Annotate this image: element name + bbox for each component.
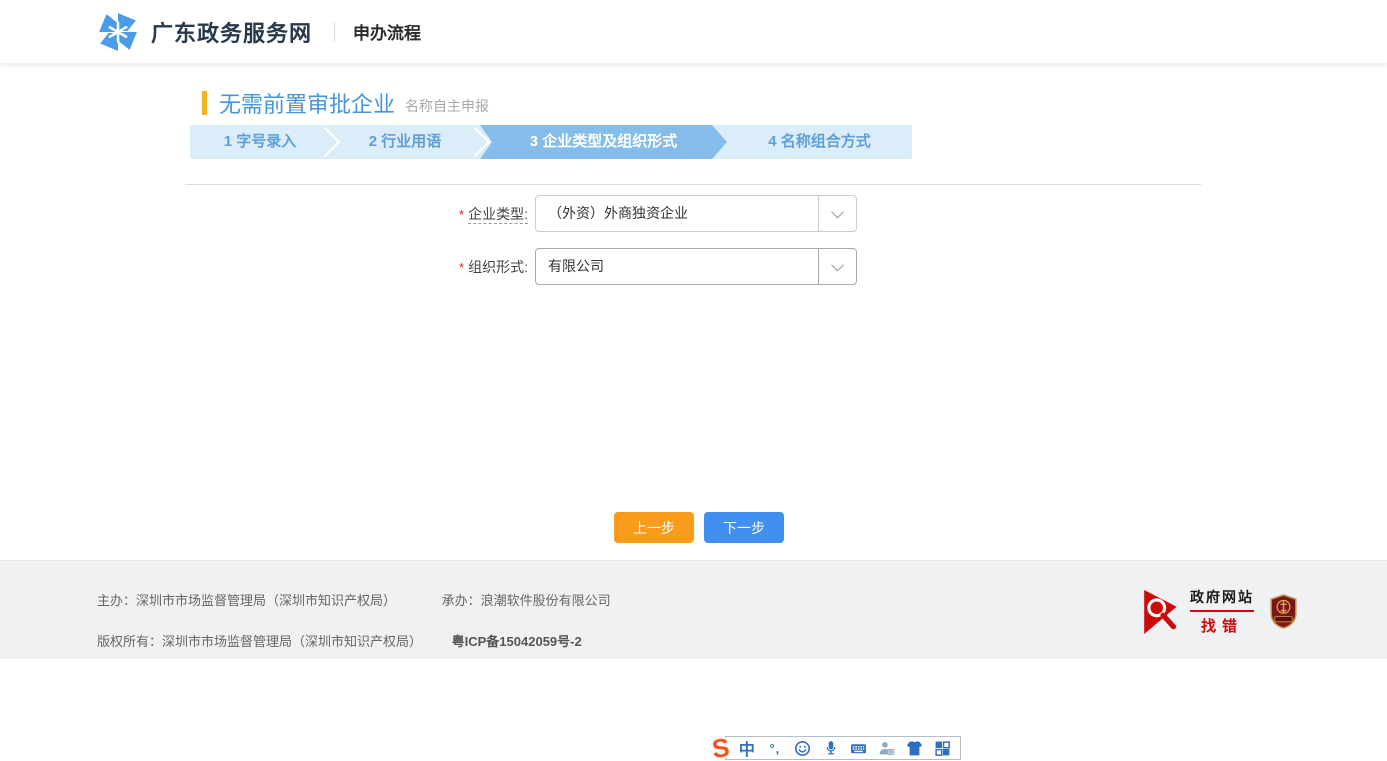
organization-form-label: *组织形式: xyxy=(185,257,533,277)
header-divider xyxy=(334,22,335,42)
footer-copyright: 版权所有：深圳市市场监督管理局（深圳市知识产权局） xyxy=(97,634,422,649)
organization-form-dropdown-button[interactable] xyxy=(818,249,856,284)
main-content: 无需前置审批企业 名称自主申报 1 字号录入 2 行业用语 3 企业类型及组织形… xyxy=(185,63,1201,543)
form-row-organization-form: *组织形式: 有限公司 xyxy=(185,248,1201,285)
sogou-logo-icon[interactable]: S xyxy=(710,735,731,761)
footer-undertaker: 承办：浪潮软件股份有限公司 xyxy=(442,593,611,608)
page-title-row: 无需前置审批企业 名称自主申报 xyxy=(185,88,1201,118)
step-progress-bar: 1 字号录入 2 行业用语 3 企业类型及组织形式 4 名称组合方式 xyxy=(190,125,912,159)
ime-toolbar-box: 中 °, xyxy=(725,736,961,760)
page-subtitle: 名称自主申报 xyxy=(405,90,489,116)
title-accent-bar xyxy=(202,91,207,115)
footer-icp-number[interactable]: 粤ICP备15042059号-2 xyxy=(452,634,582,649)
security-shield-badge-icon[interactable] xyxy=(1270,594,1297,629)
find-error-subtitle: 找错 xyxy=(1190,615,1254,636)
find-error-title: 政府网站 xyxy=(1190,587,1254,612)
form-row-enterprise-type: *企业类型: （外资）外商独资企业 xyxy=(185,195,1201,232)
next-step-button[interactable]: 下一步 xyxy=(704,512,784,543)
chinese-mode-icon[interactable]: 中 xyxy=(738,740,755,757)
enterprise-type-value: （外资）外商独资企业 xyxy=(536,196,818,231)
required-mark: * xyxy=(459,207,464,222)
footer-badges: 政府网站 找错 xyxy=(1142,587,1297,636)
content-divider xyxy=(185,184,1201,185)
step-2-industry-terms[interactable]: 2 行业用语 xyxy=(330,125,480,159)
organization-form-value: 有限公司 xyxy=(536,249,818,284)
chevron-down-icon xyxy=(831,206,844,219)
enterprise-type-select[interactable]: （外资）外商独资企业 xyxy=(535,195,857,232)
previous-step-button[interactable]: 上一步 xyxy=(614,512,694,543)
voice-input-icon[interactable] xyxy=(822,740,839,757)
step-1-company-name[interactable]: 1 字号录入 xyxy=(190,125,330,159)
brand-pinwheel-icon xyxy=(97,11,139,53)
step-4-name-combination[interactable]: 4 名称组合方式 xyxy=(727,125,912,159)
skin-tshirt-icon[interactable] xyxy=(906,740,923,757)
nav-apply-flow[interactable]: 申办流程 xyxy=(353,19,421,44)
gov-site-find-error-badge[interactable]: 政府网站 找错 xyxy=(1142,587,1254,636)
account-icon[interactable] xyxy=(878,740,895,757)
site-footer: 主办：深圳市市场监督管理局（深圳市知识产权局） 承办：浪潮软件股份有限公司 版权… xyxy=(0,560,1387,659)
soft-keyboard-icon[interactable] xyxy=(850,740,867,757)
footer-host: 主办：深圳市市场监督管理局（深圳市知识产权局） xyxy=(97,593,396,608)
step-3-enterprise-type[interactable]: 3 企业类型及组织形式 xyxy=(480,125,727,159)
chevron-down-icon xyxy=(831,259,844,272)
emoji-icon[interactable] xyxy=(794,740,811,757)
required-mark: * xyxy=(459,260,464,275)
ime-toolbar: S 中 °, xyxy=(712,736,961,760)
brand-name[interactable]: 广东政务服务网 xyxy=(151,16,312,48)
page-title: 无需前置审批企业 xyxy=(219,87,395,119)
punctuation-mode-icon[interactable]: °, xyxy=(766,740,783,757)
toolbox-grid-icon[interactable] xyxy=(934,740,951,757)
find-error-texts: 政府网站 找错 xyxy=(1190,587,1254,636)
form-actions: 上一步 下一步 xyxy=(185,512,1201,543)
enterprise-type-dropdown-button[interactable] xyxy=(818,196,856,231)
site-header: 广东政务服务网 申办流程 xyxy=(0,0,1387,63)
enterprise-type-label: *企业类型: xyxy=(185,204,533,224)
organization-form-select[interactable]: 有限公司 xyxy=(535,248,857,285)
find-error-magnifier-icon xyxy=(1142,589,1184,635)
enterprise-form: *企业类型: （外资）外商独资企业 *组织形式: 有限公司 xyxy=(185,195,1201,285)
